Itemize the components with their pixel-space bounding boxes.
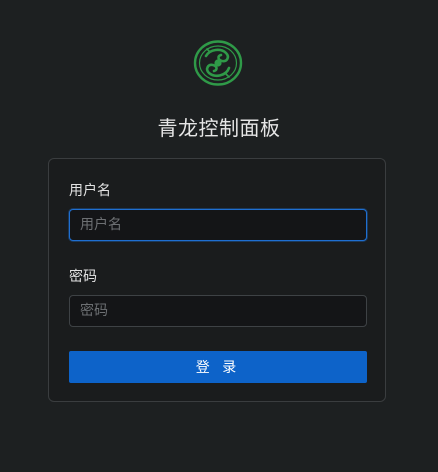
username-label: 用户名 <box>69 183 111 199</box>
qinglong-logo-icon <box>193 40 243 86</box>
page-title: 青龙控制面板 <box>157 116 281 140</box>
password-label: 密码 <box>69 269 97 285</box>
password-input[interactable] <box>69 295 367 327</box>
login-card: 用户名 密码 登 录 <box>48 158 386 402</box>
login-button[interactable]: 登 录 <box>69 351 367 383</box>
username-input[interactable] <box>69 209 367 241</box>
